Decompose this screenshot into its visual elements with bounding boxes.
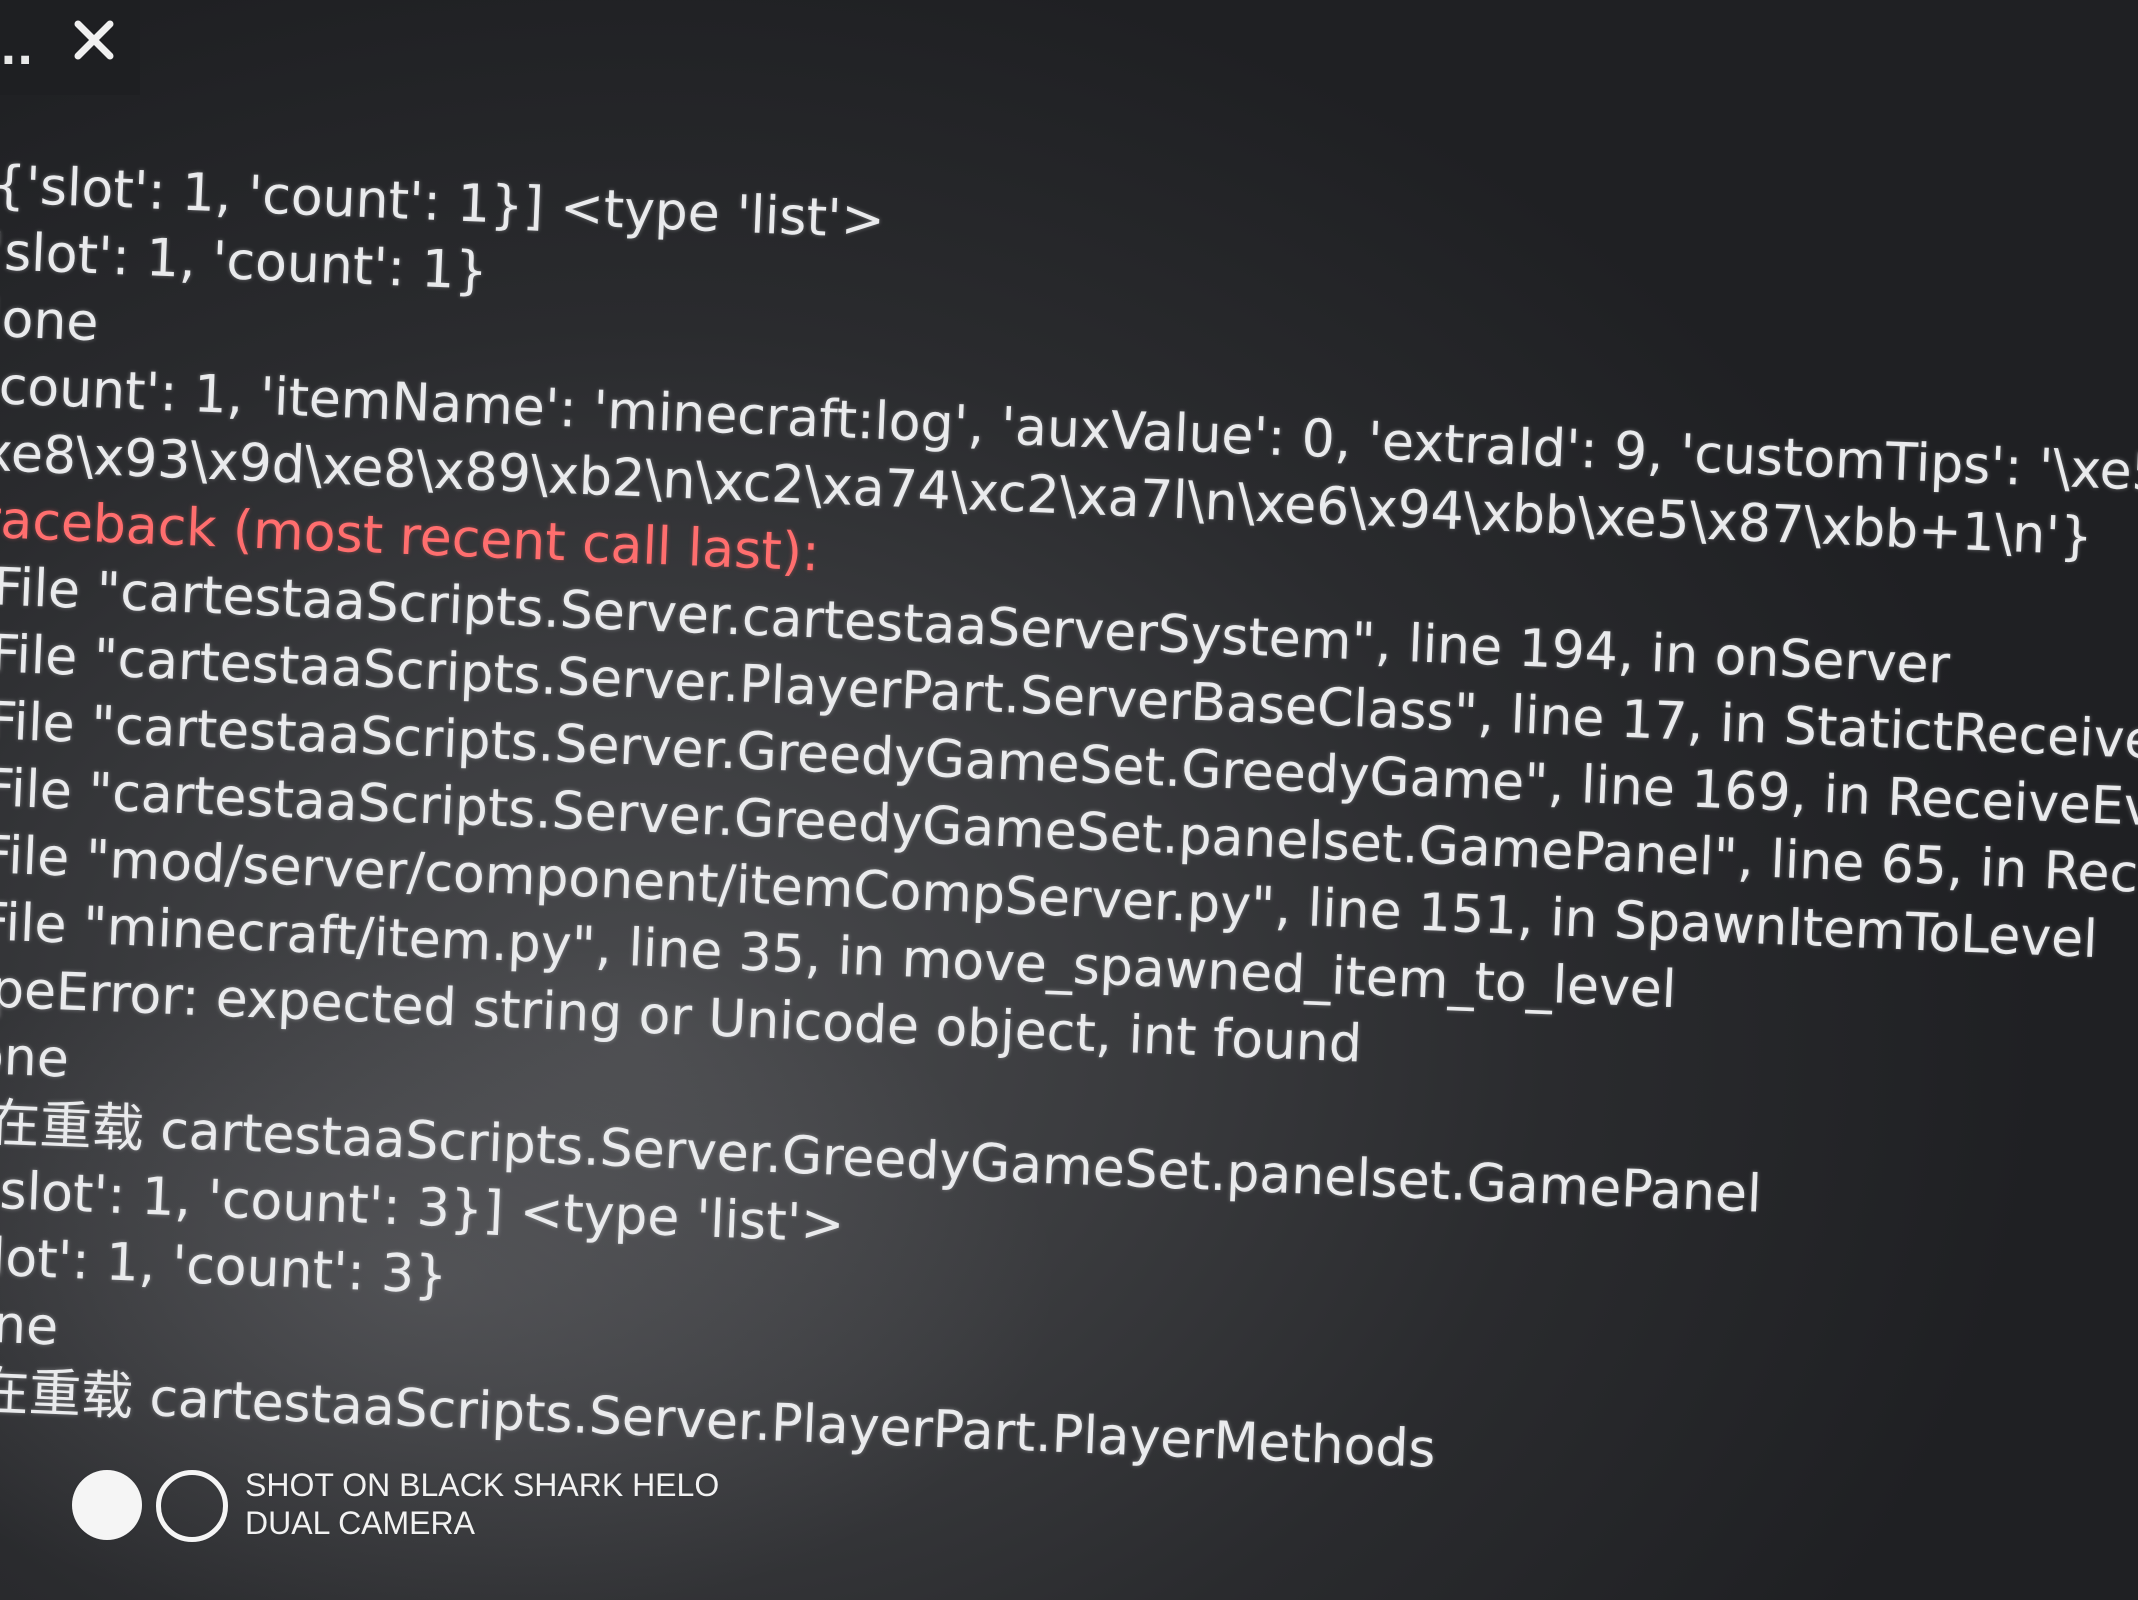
watermark-filled-circle-icon — [72, 1470, 142, 1540]
watermark-ring-circle-icon — [156, 1470, 228, 1542]
close-icon[interactable] — [68, 14, 120, 66]
camera-watermark: SHOT ON BLACK SHARK HELO DUAL CAMERA — [70, 1466, 770, 1546]
window-titlebar: .. — [0, 0, 140, 95]
title-ellipsis: .. — [0, 24, 34, 75]
watermark-line-2: DUAL CAMERA — [245, 1505, 475, 1541]
watermark-line-1: SHOT ON BLACK SHARK HELO — [245, 1467, 720, 1503]
console-output: {'slot': 1, 'count': 1}] <type 'list'>'s… — [0, 152, 2138, 1512]
console-screen: .. {'slot': 1, 'count': 1}] <type 'list'… — [0, 0, 2138, 1600]
watermark-text: SHOT ON BLACK SHARK HELO DUAL CAMERA — [245, 1466, 719, 1542]
